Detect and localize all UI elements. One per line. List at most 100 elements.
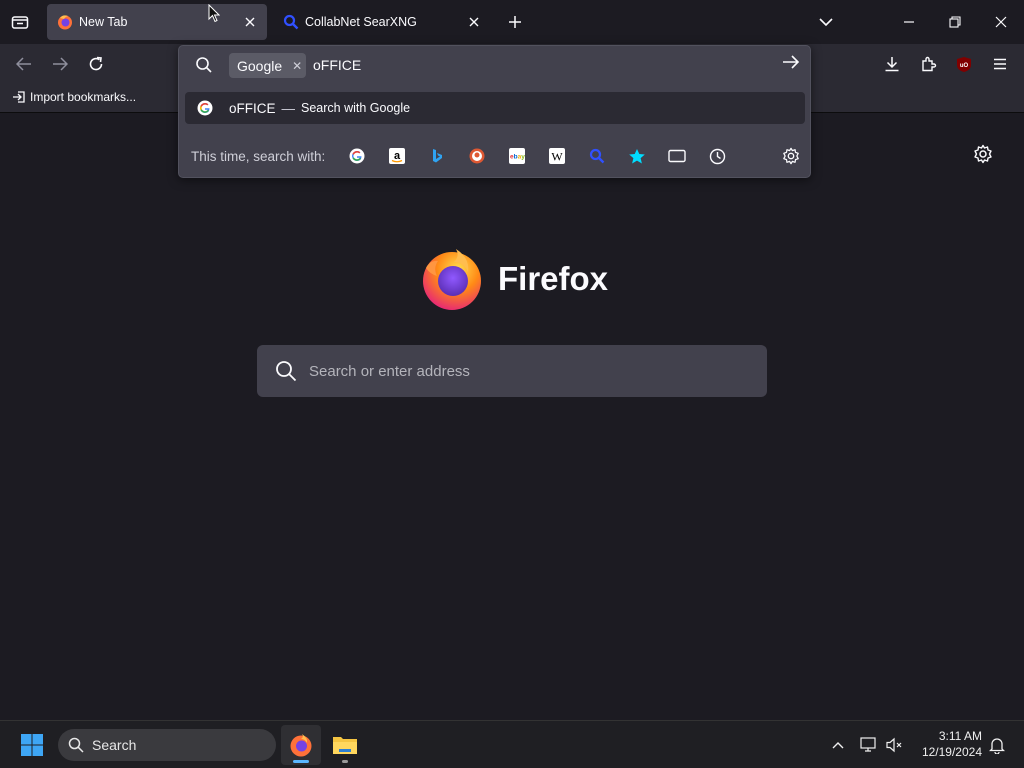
minimize-icon	[904, 21, 914, 23]
one-off-bookmarks-button[interactable]	[627, 146, 647, 166]
notifications-button[interactable]	[986, 734, 1008, 756]
svg-text:ebay: ebay	[510, 154, 525, 161]
app-menu-button[interactable]	[988, 53, 1012, 75]
taskbar-clock[interactable]: 3:11 AM 12/19/2024	[912, 728, 982, 760]
back-button[interactable]	[12, 53, 36, 75]
close-window-button[interactable]	[987, 11, 1015, 33]
taskbar-search-label: Search	[92, 737, 137, 753]
svg-text:uO: uO	[960, 63, 969, 69]
one-off-google-button[interactable]	[347, 146, 367, 166]
mouse-cursor-icon	[208, 4, 220, 23]
taskbar-search-box[interactable]: Search	[58, 729, 276, 761]
bing-icon	[433, 149, 442, 163]
chevron-down-icon	[819, 17, 833, 26]
arrow-right-icon	[53, 57, 68, 71]
one-off-label: This time, search with:	[191, 149, 326, 164]
svg-text:W: W	[551, 150, 563, 164]
windows-logo-icon	[21, 734, 43, 756]
tab-close-icon[interactable]	[241, 13, 259, 31]
suggestion-action: Search with Google	[301, 101, 411, 115]
network-status-button[interactable]	[858, 734, 880, 756]
clock-icon	[709, 148, 725, 164]
import-bookmarks-label: Import bookmarks...	[30, 90, 137, 104]
chevron-up-icon	[832, 742, 844, 749]
firefox-logo: Firefox	[420, 246, 608, 312]
tab-title: CollabNet SearXNG	[305, 15, 417, 29]
folder-icon	[333, 737, 357, 754]
start-button[interactable]	[12, 725, 52, 765]
network-icon	[860, 737, 876, 752]
search-settings-button[interactable]	[781, 146, 801, 166]
import-bookmarks-button[interactable]: Import bookmarks...	[12, 90, 136, 104]
search-icon	[195, 56, 213, 79]
show-hidden-icons-button[interactable]	[828, 735, 848, 755]
one-off-searxng-button[interactable]	[587, 146, 607, 166]
tab-icon	[668, 149, 686, 163]
volume-muted-icon	[886, 737, 902, 753]
google-icon	[197, 100, 213, 116]
suggestion-separator: —	[281, 100, 296, 116]
search-suggestion-row[interactable]: oFFICE — Search with Google	[185, 92, 805, 124]
tab-collabnet-searxng[interactable]: CollabNet SearXNG	[273, 4, 491, 40]
newtab-settings-button[interactable]	[973, 144, 993, 169]
hamburger-menu-icon	[994, 58, 1006, 70]
ublock-origin-button[interactable]: uO	[952, 53, 976, 75]
google-icon	[349, 148, 365, 164]
firefox-view-icon	[11, 16, 29, 29]
new-tab-button[interactable]	[504, 11, 526, 33]
searxng-favicon-icon	[283, 14, 299, 30]
clock-date: 12/19/2024	[921, 745, 982, 759]
firefox-logo-icon	[423, 249, 481, 310]
clock-time: 3:11 AM	[938, 729, 982, 743]
one-off-amazon-button[interactable]: a	[387, 146, 407, 166]
tab-close-icon[interactable]	[465, 13, 483, 31]
reload-button[interactable]	[84, 53, 108, 75]
star-icon	[629, 148, 645, 163]
firefox-view-button[interactable]	[8, 11, 32, 33]
search-mode-chip[interactable]: Google ✕	[229, 53, 306, 78]
volume-button[interactable]	[884, 734, 906, 756]
search-mode-engine: Google	[237, 57, 283, 74]
firefox-icon	[290, 734, 312, 757]
reload-icon	[89, 56, 103, 71]
firefox-favicon-icon	[57, 14, 73, 30]
gear-icon	[783, 147, 799, 165]
windows-taskbar: Search 3:11 AM 12/19/2024	[0, 720, 1024, 768]
forward-button[interactable]	[48, 53, 72, 75]
extensions-button[interactable]	[917, 53, 941, 75]
taskbar-firefox[interactable]	[281, 725, 321, 765]
running-indicator	[293, 760, 309, 763]
searxng-icon	[589, 148, 605, 164]
one-off-duckduckgo-button[interactable]	[467, 146, 487, 166]
taskbar-file-explorer[interactable]	[325, 725, 365, 765]
tab-strip: New Tab CollabNet SearXNG	[0, 0, 1024, 44]
urlbar-input[interactable]: oFFICE	[313, 57, 361, 73]
one-off-history-button[interactable]	[707, 146, 727, 166]
suggestion-query: oFFICE	[229, 100, 276, 116]
close-icon[interactable]: ✕	[292, 59, 302, 73]
list-all-tabs-button[interactable]	[814, 11, 838, 33]
bell-icon	[989, 737, 1005, 754]
minimize-button[interactable]	[895, 11, 923, 33]
arrow-right-icon	[783, 55, 800, 69]
newtab-search-box[interactable]: Search or enter address	[257, 345, 767, 397]
one-off-bing-button[interactable]	[427, 146, 447, 166]
plus-icon	[509, 16, 521, 28]
restore-icon	[949, 16, 961, 28]
tab-new-tab[interactable]: New Tab	[47, 4, 267, 40]
urlbar-popup: Google ✕ oFFICE oFFICE — Search with Goo…	[178, 45, 811, 178]
restore-button[interactable]	[941, 11, 969, 33]
ublock-shield-icon: uO	[957, 56, 971, 72]
import-icon	[13, 91, 25, 103]
search-icon	[68, 737, 84, 753]
go-button[interactable]	[782, 54, 800, 75]
download-icon	[885, 57, 899, 72]
one-off-ebay-button[interactable]: ebay	[507, 146, 527, 166]
puzzle-icon	[922, 56, 937, 72]
one-off-tabs-button[interactable]	[667, 146, 687, 166]
svg-text:a: a	[394, 150, 401, 162]
one-off-wikipedia-button[interactable]: W	[547, 146, 567, 166]
amazon-icon: a	[389, 148, 405, 164]
search-icon	[276, 361, 297, 382]
downloads-button[interactable]	[880, 53, 904, 75]
